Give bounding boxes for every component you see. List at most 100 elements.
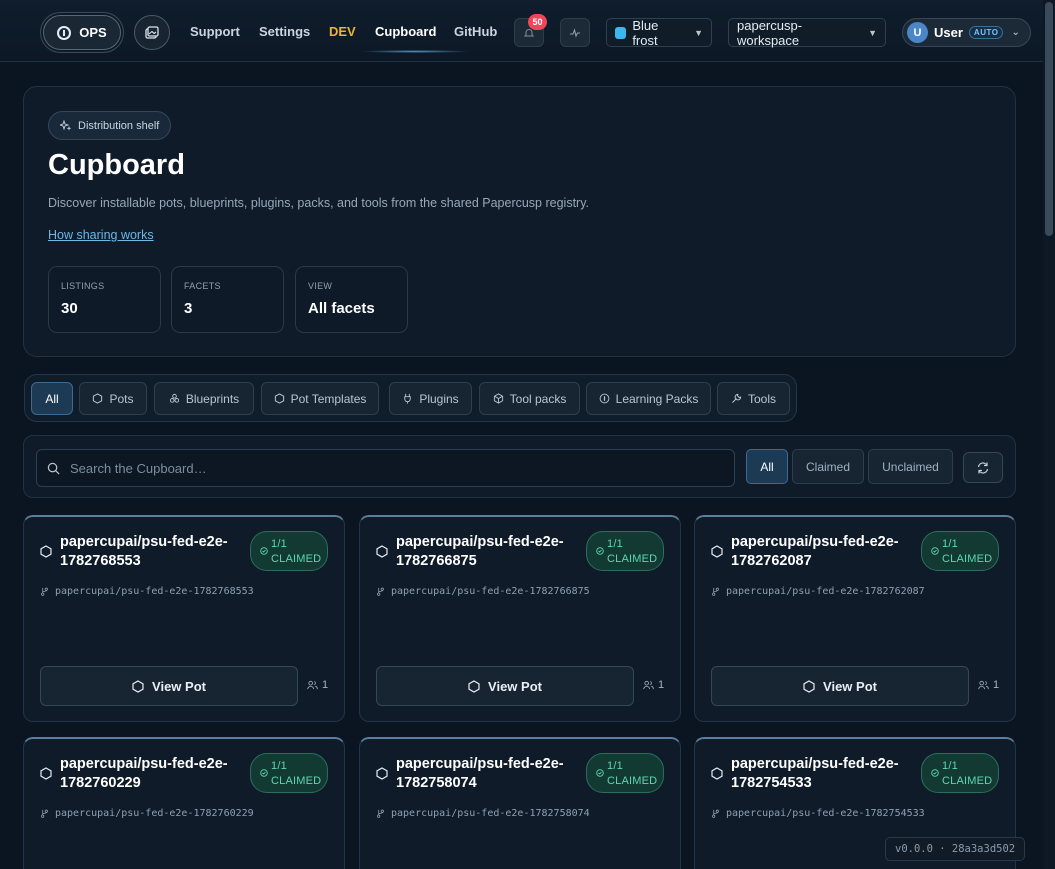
page-description: Discover installable pots, blueprints, p… [48, 196, 590, 210]
workspace-select[interactable]: papercusp-workspace ▼ [728, 17, 886, 48]
listing-card: papercupai/psu-fed-e2e-1782760229 1/1 CL… [23, 737, 345, 869]
filter-claimed-button[interactable]: Claimed [792, 449, 864, 484]
tab-tool-packs[interactable]: Tool packs [479, 382, 580, 415]
listing-card: papercupai/psu-fed-e2e-1782768553 1/1 CL… [23, 515, 345, 722]
distribution-shelf-chip: Distribution shelf [48, 111, 172, 140]
nav-link-settings[interactable]: Settings [259, 24, 310, 39]
claim-status: CLAIMED [607, 775, 658, 787]
nav-link-cupboard[interactable]: Cupboard [375, 24, 436, 39]
user-name: User [934, 25, 963, 40]
repo-path-text: papercupai/psu-fed-e2e-1782758074 [391, 808, 590, 819]
tab-label: All [45, 391, 59, 406]
caret-down-icon: ▼ [694, 27, 703, 38]
repo-path-text: papercupai/psu-fed-e2e-1782768553 [55, 586, 254, 597]
active-link-glow [360, 50, 470, 53]
listing-card: papercupai/psu-fed-e2e-1782766875 1/1 CL… [359, 515, 681, 722]
nav-link-github[interactable]: GitHub [454, 24, 497, 39]
claim-status: CLAIMED [942, 553, 993, 565]
hexagon-icon [468, 679, 480, 693]
tab-pot-templates[interactable]: Pot Templates [261, 382, 379, 415]
listing-title: papercupai/psu-fed-e2e-1782760229 [60, 756, 228, 791]
claimed-badge: 1/1 CLAIMED [921, 753, 999, 793]
check-circle-icon [260, 769, 268, 777]
claim-ratio: 1/1 [942, 538, 958, 550]
hexagon-icon [711, 545, 723, 558]
repo-path: papercupai/psu-fed-e2e-1782766875 [376, 586, 590, 597]
claimed-badge: 1/1 CLAIMED [921, 531, 999, 571]
view-pot-label: View Pot [488, 678, 542, 694]
stat-label: VIEW [308, 281, 333, 291]
refresh-button[interactable] [963, 452, 1003, 483]
stat-label: LISTINGS [61, 281, 105, 291]
repo-path-text: papercupai/psu-fed-e2e-1782766875 [391, 586, 590, 597]
search-panel: All Claimed Unclaimed [23, 435, 1016, 498]
hexagon-icon [274, 393, 284, 404]
hexagon-icon [803, 679, 815, 693]
nav-link-support[interactable]: Support [190, 24, 240, 39]
how-sharing-works-link[interactable]: How sharing works [48, 228, 154, 242]
claim-ratio: 1/1 [271, 538, 287, 550]
plug-icon [404, 393, 412, 404]
view-pot-button[interactable]: View Pot [40, 666, 298, 706]
stat-view: VIEW All facets [295, 266, 408, 333]
chevron-down-icon: ⌄ [1011, 27, 1020, 38]
claim-status: CLAIMED [271, 553, 322, 565]
sparkles-icon [60, 119, 72, 131]
ops-button[interactable]: OPS [43, 15, 121, 50]
listing-card: papercupai/psu-fed-e2e-1782758074 1/1 CL… [359, 737, 681, 869]
listing-title: papercupai/psu-fed-e2e-1782766875 [396, 534, 564, 569]
user-count: 1 [643, 679, 664, 691]
avatar: U [907, 22, 928, 43]
activity-icon [570, 27, 580, 38]
tab-pots[interactable]: Pots [79, 382, 147, 415]
workspace-select-value: papercusp-workspace [737, 17, 803, 48]
tab-label: Learning Packs [615, 391, 699, 406]
check-circle-icon [596, 769, 604, 777]
caret-down-icon: ▼ [868, 27, 877, 38]
users-icon [978, 680, 989, 690]
activity-button[interactable] [560, 18, 590, 47]
tab-label: Pot Templates [290, 391, 367, 406]
image-switch-button[interactable] [134, 15, 170, 50]
repo-path-text: papercupai/psu-fed-e2e-1782762087 [726, 586, 925, 597]
git-branch-icon [377, 587, 384, 596]
power-icon [57, 25, 72, 40]
hexagon-icon [40, 767, 52, 780]
theme-select[interactable]: Blue frost ▼ [606, 17, 712, 48]
filter-unclaimed-button[interactable]: Unclaimed [868, 449, 953, 484]
tab-learning-packs[interactable]: Learning Packs [586, 382, 711, 415]
check-circle-icon [260, 547, 268, 555]
tab-label: Blueprints [185, 391, 240, 406]
scrollbar-thumb[interactable] [1045, 2, 1053, 236]
nav-link-dev[interactable]: DEV [329, 24, 356, 39]
page-scrollbar[interactable] [1043, 0, 1055, 869]
compass-icon [599, 393, 609, 404]
tab-plugins[interactable]: Plugins [389, 382, 472, 415]
tab-tools[interactable]: Tools [717, 382, 790, 415]
claim-status: CLAIMED [271, 775, 322, 787]
tab-blueprints[interactable]: Blueprints [154, 382, 254, 415]
search-icon [47, 462, 60, 474]
user-count-value: 1 [322, 679, 329, 691]
repo-path: papercupai/psu-fed-e2e-1782754533 [711, 808, 925, 819]
users-icon [643, 680, 654, 690]
listing-title: papercupai/psu-fed-e2e-1782762087 [731, 534, 899, 569]
git-branch-icon [712, 587, 719, 596]
listing-title: papercupai/psu-fed-e2e-1782758074 [396, 756, 564, 791]
stat-value: 3 [184, 300, 193, 317]
claim-ratio: 1/1 [271, 760, 287, 772]
package-icon [493, 393, 503, 404]
user-menu-button[interactable]: U User AUTO ⌄ [902, 18, 1031, 47]
theme-select-value: Blue frost [632, 17, 659, 48]
user-count: 1 [307, 679, 328, 691]
filter-all-button[interactable]: All [746, 449, 788, 484]
version-badge: v0.0.0 · 28a3a3d502 [885, 837, 1026, 861]
page-title: Cupboard [48, 149, 185, 181]
check-circle-icon [596, 547, 604, 555]
search-input[interactable] [70, 460, 710, 476]
tab-all[interactable]: All [31, 382, 73, 415]
view-pot-button[interactable]: View Pot [376, 666, 634, 706]
view-pot-button[interactable]: View Pot [711, 666, 969, 706]
hexagon-icon [376, 767, 388, 780]
claim-status: CLAIMED [607, 553, 658, 565]
